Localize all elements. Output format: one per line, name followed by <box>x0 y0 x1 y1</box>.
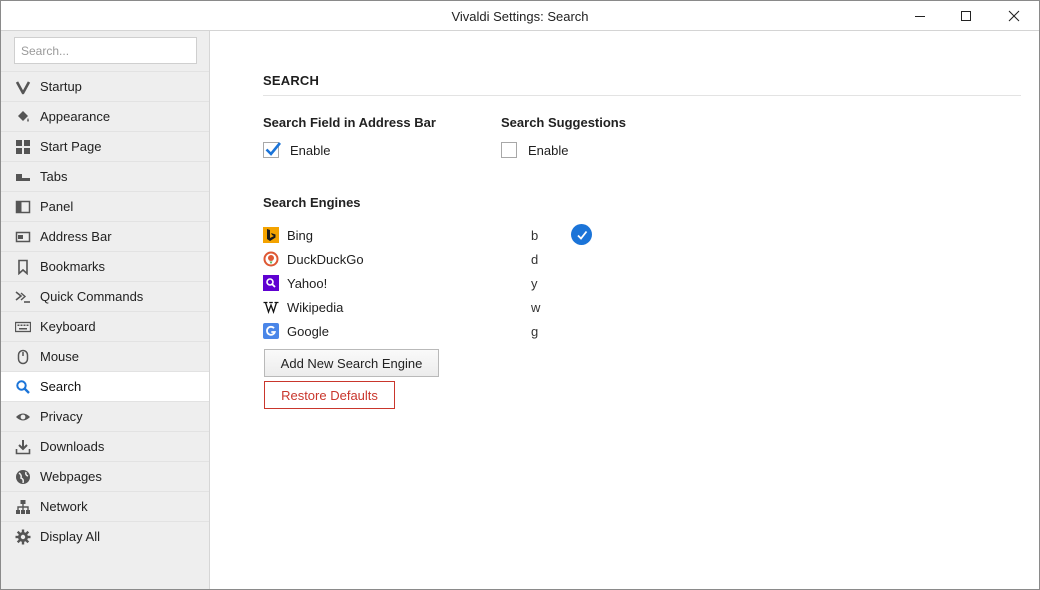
sidebar-item-tabs[interactable]: Tabs <box>1 161 209 191</box>
section-divider <box>263 95 1021 96</box>
sidebar-search <box>1 31 209 71</box>
sidebar-item-quick-commands[interactable]: Quick Commands <box>1 281 209 311</box>
sidebar-item-startup[interactable]: Startup <box>1 71 209 101</box>
network-icon <box>15 499 31 515</box>
sidebar-item-mouse[interactable]: Mouse <box>1 341 209 371</box>
default-engine-indicator[interactable] <box>571 224 592 245</box>
search-suggestions-checkbox[interactable] <box>501 142 517 158</box>
engine-keyword: g <box>531 323 539 339</box>
wikipedia-icon <box>263 299 279 315</box>
search-engines-title: Search Engines <box>263 195 361 210</box>
address-bar-search-checkbox[interactable] <box>263 142 282 158</box>
sidebar-item-address-bar[interactable]: Address Bar <box>1 221 209 251</box>
quick-commands-icon <box>15 289 31 305</box>
engine-keyword: y <box>531 275 538 291</box>
sidebar-item-label: Quick Commands <box>40 289 144 304</box>
maximize-icon <box>961 11 971 21</box>
minimize-icon <box>915 16 925 17</box>
minimize-button[interactable] <box>897 1 943 31</box>
sidebar-item-label: Network <box>40 499 88 514</box>
engine-name: Bing <box>287 227 314 243</box>
settings-content: SEARCH Search Field in Address Bar Enabl… <box>211 31 1039 589</box>
sidebar-item-downloads[interactable]: Downloads <box>1 431 209 461</box>
bookmark-icon <box>15 259 31 275</box>
sidebar-item-keyboard[interactable]: Keyboard <box>1 311 209 341</box>
search-icon <box>15 379 31 395</box>
duckduckgo-icon <box>263 251 279 267</box>
sidebar-item-label: Start Page <box>40 139 102 154</box>
checkmark-icon <box>576 230 587 240</box>
sidebar-item-display-all[interactable]: Display All <box>1 521 209 551</box>
sidebar-item-panel[interactable]: Panel <box>1 191 209 221</box>
sidebar-item-label: Display All <box>40 529 100 544</box>
sidebar-item-label: Startup <box>40 79 82 94</box>
bing-icon <box>263 227 279 243</box>
sidebar-item-label: Privacy <box>40 409 83 424</box>
download-icon <box>15 439 31 455</box>
search-engine-row[interactable]: Bing b <box>263 223 603 247</box>
search-suggestions-toggle[interactable]: Enable <box>501 142 568 158</box>
sidebar-item-label: Search <box>40 379 82 394</box>
sidebar-item-search[interactable]: Search <box>1 371 209 401</box>
checkmark-icon <box>265 142 282 156</box>
globe-icon <box>15 469 31 485</box>
yahoo-icon <box>263 275 279 291</box>
search-engine-list: Bing b DuckDuckGo d Yahoo! y Wikipedia w… <box>263 223 603 343</box>
gear-icon <box>15 529 31 545</box>
restore-defaults-button[interactable]: Restore Defaults <box>264 381 395 409</box>
search-engine-row[interactable]: Yahoo! y <box>263 271 603 295</box>
sidebar-item-label: Keyboard <box>40 319 96 334</box>
engine-name: Wikipedia <box>287 299 344 315</box>
keyboard-icon <box>15 319 31 335</box>
vivaldi-logo-icon <box>15 79 31 95</box>
address-bar-search-label: Enable <box>290 142 331 158</box>
engine-name: DuckDuckGo <box>287 251 364 267</box>
engine-name: Yahoo! <box>287 275 328 291</box>
title-bar: Vivaldi Settings: Search <box>1 1 1039 31</box>
sidebar-item-label: Mouse <box>40 349 80 364</box>
sidebar-item-label: Address Bar <box>40 229 112 244</box>
settings-window: Vivaldi Settings: Search Startup Appeara… <box>0 0 1040 590</box>
address-bar-search-toggle[interactable]: Enable <box>263 142 330 158</box>
search-suggestions-label: Enable <box>528 142 569 158</box>
settings-sidebar: Startup Appearance Start Page Tabs Panel <box>1 31 210 589</box>
paint-bucket-icon <box>15 109 31 125</box>
sidebar-item-label: Downloads <box>40 439 105 454</box>
sidebar-item-label: Panel <box>40 199 74 214</box>
window-title: Vivaldi Settings: Search <box>451 9 589 24</box>
close-icon <box>1008 10 1020 22</box>
engine-keyword: w <box>531 299 541 315</box>
sidebar-item-privacy[interactable]: Privacy <box>1 401 209 431</box>
sidebar-item-label: Bookmarks <box>40 259 106 274</box>
mouse-icon <box>15 349 31 365</box>
panel-icon <box>15 199 31 215</box>
grid-icon <box>15 139 31 155</box>
sidebar-item-label: Webpages <box>40 469 102 484</box>
engine-keyword: d <box>531 251 539 267</box>
sidebar-item-label: Appearance <box>40 109 111 124</box>
engine-name: Google <box>287 323 329 339</box>
close-button[interactable] <box>991 1 1037 31</box>
engine-keyword: b <box>531 227 539 243</box>
eye-icon <box>15 409 31 425</box>
search-engine-row[interactable]: DuckDuckGo d <box>263 247 603 271</box>
sidebar-item-bookmarks[interactable]: Bookmarks <box>1 251 209 281</box>
maximize-button[interactable] <box>943 1 989 31</box>
search-engine-row[interactable]: Google g <box>263 319 603 343</box>
sidebar-item-webpages[interactable]: Webpages <box>1 461 209 491</box>
page-title: SEARCH <box>263 73 320 88</box>
search-suggestions-title: Search Suggestions <box>501 115 626 130</box>
sidebar-item-label: Tabs <box>40 169 68 184</box>
search-engine-row[interactable]: Wikipedia w <box>263 295 603 319</box>
sidebar-item-start-page[interactable]: Start Page <box>1 131 209 161</box>
tabs-icon <box>15 169 31 185</box>
address-bar-search-title: Search Field in Address Bar <box>263 115 436 130</box>
sidebar-item-network[interactable]: Network <box>1 491 209 521</box>
search-input[interactable] <box>14 37 197 64</box>
address-bar-icon <box>15 229 31 245</box>
google-icon <box>263 323 279 339</box>
add-search-engine-button[interactable]: Add New Search Engine <box>264 349 439 377</box>
sidebar-item-appearance[interactable]: Appearance <box>1 101 209 131</box>
